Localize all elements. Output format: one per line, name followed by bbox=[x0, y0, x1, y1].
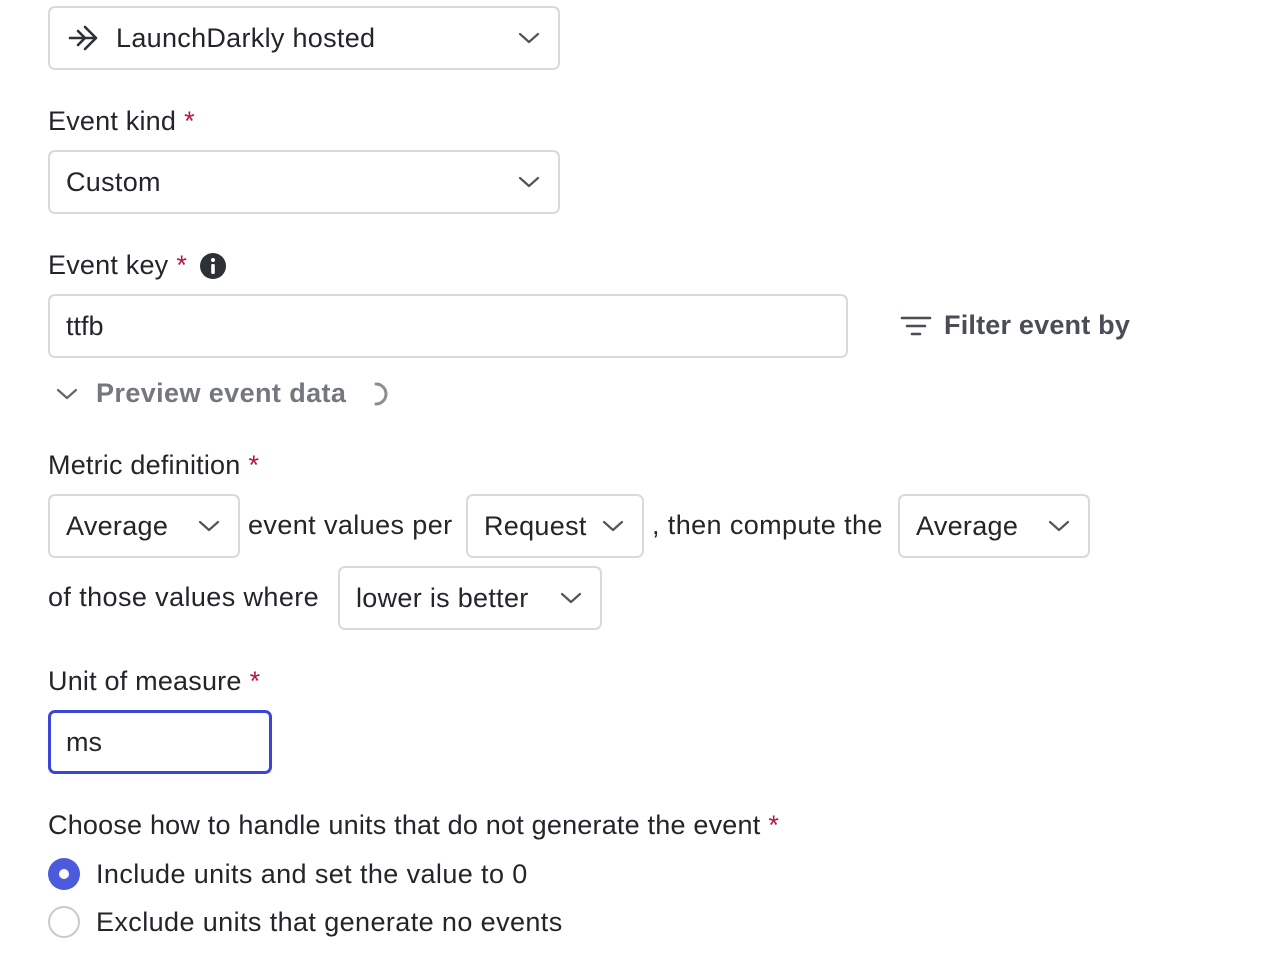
success-criteria-select[interactable]: lower is better bbox=[338, 566, 602, 630]
radio-option-exclude[interactable]: Exclude units that generate no events bbox=[48, 906, 563, 938]
event-key-input[interactable]: ttfb bbox=[48, 294, 848, 358]
chevron-down-icon bbox=[198, 520, 220, 532]
missing-units-label: Choose how to handle units that do not g… bbox=[48, 810, 780, 840]
event-key-label: Event key * bbox=[48, 250, 227, 281]
unit-of-measure-input[interactable]: ms bbox=[48, 710, 272, 774]
data-source-value: LaunchDarkly hosted bbox=[116, 22, 376, 53]
filter-event-button[interactable]: Filter event by bbox=[900, 310, 1130, 341]
metric-definition-label: Metric definition * bbox=[48, 450, 260, 480]
preview-event-toggle[interactable]: Preview event data bbox=[56, 378, 390, 409]
loading-spinner-icon bbox=[374, 382, 388, 405]
chevron-down-icon bbox=[1048, 520, 1070, 532]
unit-value: Request bbox=[484, 510, 587, 541]
radio-option-include[interactable]: Include units and set the value to 0 bbox=[48, 858, 528, 890]
arrow-right-icon bbox=[68, 25, 98, 51]
success-criteria-value: lower is better bbox=[356, 582, 529, 613]
event-kind-select[interactable]: Custom bbox=[48, 150, 560, 214]
chevron-down-icon bbox=[602, 520, 624, 532]
event-key-value: ttfb bbox=[66, 310, 104, 341]
analysis-select[interactable]: Average bbox=[898, 494, 1090, 558]
required-mark: * bbox=[184, 106, 195, 136]
required-mark: * bbox=[248, 450, 260, 480]
radio-exclude-label: Exclude units that generate no events bbox=[96, 906, 563, 937]
required-mark: * bbox=[176, 250, 188, 280]
radio-exclude[interactable] bbox=[48, 906, 80, 938]
info-icon[interactable] bbox=[199, 252, 227, 280]
compute-text: , then compute the bbox=[652, 510, 883, 540]
analysis-value: Average bbox=[916, 510, 1019, 541]
chevron-down-icon bbox=[518, 32, 540, 44]
chevron-down-icon bbox=[56, 388, 78, 399]
filter-icon bbox=[900, 316, 932, 335]
where-text: of those values where bbox=[48, 582, 320, 612]
event-kind-label: Event kind * bbox=[48, 106, 195, 136]
required-mark: * bbox=[249, 666, 261, 696]
radio-include-selected[interactable] bbox=[48, 858, 80, 890]
data-source-select[interactable]: LaunchDarkly hosted bbox=[48, 6, 560, 70]
chevron-down-icon bbox=[518, 176, 540, 188]
unit-select[interactable]: Request bbox=[466, 494, 644, 558]
aggregation-value: Average bbox=[66, 510, 169, 541]
unit-of-measure-value: ms bbox=[66, 726, 102, 757]
per-text: event values per bbox=[248, 510, 453, 540]
required-mark: * bbox=[768, 810, 780, 840]
unit-of-measure-label: Unit of measure * bbox=[48, 666, 261, 696]
aggregation-select[interactable]: Average bbox=[48, 494, 240, 558]
radio-include-label: Include units and set the value to 0 bbox=[96, 858, 528, 889]
chevron-down-icon bbox=[560, 592, 582, 604]
filter-event-label: Filter event by bbox=[944, 310, 1131, 340]
preview-event-label: Preview event data bbox=[96, 378, 347, 408]
event-kind-value: Custom bbox=[66, 166, 161, 197]
